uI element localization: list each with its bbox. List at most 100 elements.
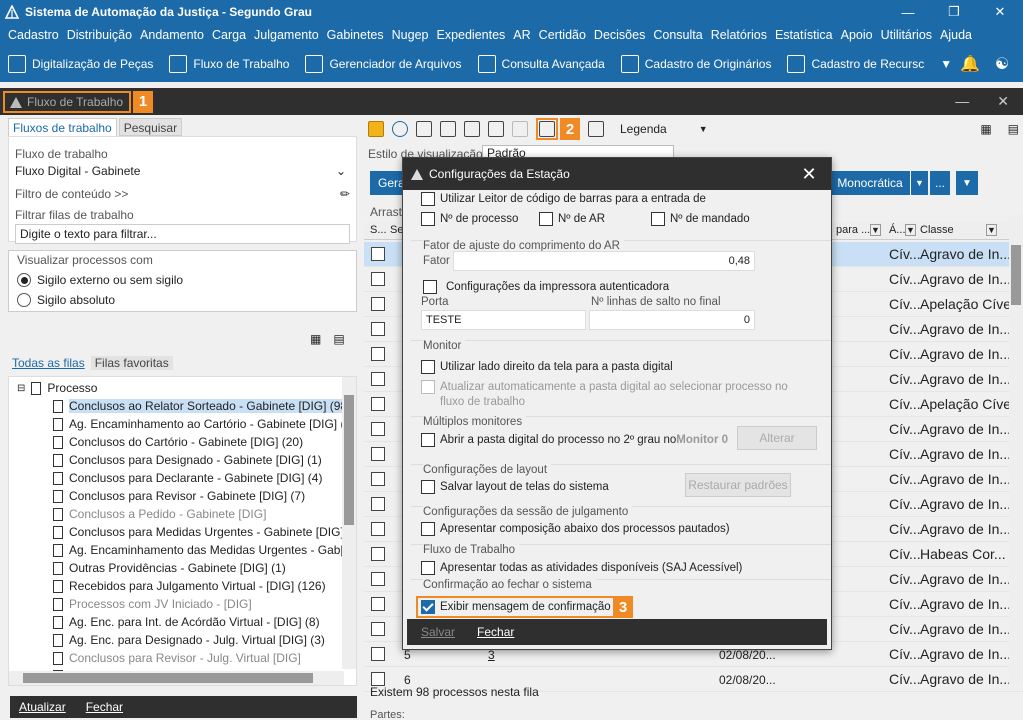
- row-checkbox[interactable]: [371, 572, 385, 586]
- n-ar-checkbox[interactable]: Nº de AR: [539, 212, 605, 226]
- tree-queue-item[interactable]: Conclusos ao Relator Sorteado - Gabinete…: [9, 397, 356, 415]
- tree-root[interactable]: ⊟ Processo: [9, 379, 356, 397]
- fator-input[interactable]: 0,48: [453, 251, 755, 271]
- toolbar-item[interactable]: Cadastro de Recursc: [779, 55, 932, 73]
- radio-sigilo-absoluto[interactable]: Sigilo absoluto: [17, 293, 348, 307]
- tree-queue-item[interactable]: Conclusos para Revisor - Gabinete [DIG] …: [9, 487, 356, 505]
- print-list-icon[interactable]: [488, 121, 504, 137]
- tab-fluxos[interactable]: Fluxos de trabalho: [8, 118, 117, 136]
- flow-select[interactable]: Fluxo Digital - Gabinete ⌄: [15, 161, 350, 181]
- tab-fav-queues[interactable]: Filas favoritas: [90, 356, 173, 370]
- row-checkbox[interactable]: [371, 497, 385, 511]
- col-filter-icon[interactable]: ▼: [986, 224, 997, 236]
- toolbar-item[interactable]: Fluxo de Trabalho: [161, 55, 297, 73]
- copy-icon[interactable]: [416, 121, 432, 137]
- monocratica-button[interactable]: Monocrática: [830, 171, 910, 195]
- update-button[interactable]: Atualizar: [19, 700, 66, 714]
- tab-fluxo-de-trabalho[interactable]: Fluxo de Trabalho: [3, 90, 132, 113]
- col-para[interactable]: para ...: [836, 224, 870, 236]
- collapse-icon[interactable]: ⊟: [17, 383, 25, 394]
- menu-item[interactable]: AR: [509, 28, 534, 42]
- users-icon[interactable]: ☯: [992, 54, 1012, 74]
- filter-input[interactable]: Digite o texto para filtrar...: [15, 224, 350, 244]
- row-checkbox[interactable]: [371, 447, 385, 461]
- refresh-icon[interactable]: [392, 121, 408, 137]
- menu-item[interactable]: Apoio: [837, 28, 877, 42]
- monocratica-dropdown-icon[interactable]: ▼: [910, 171, 928, 195]
- row-checkbox[interactable]: [371, 372, 385, 386]
- row-checkbox[interactable]: [371, 347, 385, 361]
- row-checkbox[interactable]: [371, 647, 385, 661]
- station-settings-button[interactable]: [536, 118, 558, 140]
- restore-defaults-button[interactable]: Restaurar padrões: [685, 473, 791, 497]
- monitor-select[interactable]: Monitor 0: [676, 434, 728, 446]
- row-checkbox[interactable]: [371, 422, 385, 436]
- col-classe[interactable]: Classe: [920, 224, 954, 236]
- tree-vertical-scrollbar[interactable]: [342, 377, 356, 669]
- tree-queue-item[interactable]: Outras Providências - Gabinete [DIG] (1): [9, 559, 356, 577]
- dialog-close-icon[interactable]: ✕: [787, 164, 831, 185]
- menu-item[interactable]: Consulta: [649, 28, 706, 42]
- module-minimize-icon[interactable]: —: [955, 93, 969, 110]
- bell-icon[interactable]: 🔔: [960, 54, 980, 74]
- tab-all-queues[interactable]: Todas as filas: [12, 356, 85, 370]
- toolbar-more-icon[interactable]: ▼: [932, 57, 960, 71]
- row-checkbox[interactable]: [371, 597, 385, 611]
- tree-queue-item[interactable]: Conclusos do Cartório - Gabinete [DIG] (…: [9, 433, 356, 451]
- broom-icon[interactable]: ✏: [340, 187, 350, 201]
- tree-queue-item[interactable]: Conclusos para Revisor - Julg. Virtual […: [9, 649, 356, 667]
- tree-queue-item[interactable]: Ag. Enc. para Int. de Acórdão Virtual - …: [9, 613, 356, 631]
- tree-queue-item[interactable]: Conclusos para Designado - Gabinete [DIG…: [9, 451, 356, 469]
- window-icon[interactable]: [440, 121, 456, 137]
- dialog-close-button[interactable]: Fechar: [477, 625, 514, 639]
- toolbar-item[interactable]: Cadastro de Originários: [613, 55, 780, 73]
- row-checkbox[interactable]: [371, 672, 385, 686]
- tree-queue-item[interactable]: Processos com JV Iniciado - [DIG]: [9, 595, 356, 613]
- tree-queue-item[interactable]: Conclusos para Declarante - Gabinete [DI…: [9, 469, 356, 487]
- restore-icon[interactable]: ❐: [931, 0, 977, 24]
- row-checkbox[interactable]: [371, 622, 385, 636]
- monitor-right-checkbox[interactable]: Utilizar lado direito da tela para a pas…: [421, 360, 673, 374]
- minimize-icon[interactable]: —: [885, 0, 931, 24]
- alterar-button[interactable]: Alterar: [737, 426, 817, 450]
- module-close-icon[interactable]: ✕: [997, 93, 1009, 110]
- menu-item[interactable]: Relatórios: [707, 28, 771, 42]
- menu-item[interactable]: Estatística: [771, 28, 837, 42]
- row-link[interactable]: 3: [488, 648, 495, 662]
- col-s[interactable]: S...: [370, 224, 387, 236]
- n-processo-checkbox[interactable]: Nº de processo: [421, 212, 518, 226]
- filter-dropdown-icon[interactable]: ▼: [956, 171, 978, 195]
- toolbar-item[interactable]: Consulta Avançada: [470, 55, 613, 73]
- row-checkbox[interactable]: [371, 397, 385, 411]
- close-icon[interactable]: ✕: [977, 0, 1023, 24]
- menu-item[interactable]: Cadastro: [4, 28, 63, 42]
- folder-icon[interactable]: [368, 121, 384, 137]
- n-mandado-checkbox[interactable]: Nº de mandado: [651, 212, 750, 226]
- content-filter-link[interactable]: Filtro de conteúdo >>: [15, 187, 128, 201]
- print-icon[interactable]: [464, 121, 480, 137]
- menu-item[interactable]: Decisões: [590, 28, 649, 42]
- menu-item[interactable]: Nugep: [388, 28, 433, 42]
- menu-item[interactable]: Julgamento: [250, 28, 323, 42]
- col-filter-icon[interactable]: ▼: [905, 224, 916, 236]
- menu-item[interactable]: Ajuda: [936, 28, 976, 42]
- menu-item[interactable]: Distribuição: [63, 28, 136, 42]
- barcode-checkbox[interactable]: Utilizar Leitor de código de barras para…: [421, 192, 706, 206]
- list-view-icon[interactable]: ▤: [333, 332, 344, 346]
- tab-pesquisar[interactable]: Pesquisar: [118, 118, 183, 136]
- layout-save-checkbox[interactable]: Salvar layout de telas do sistema: [421, 480, 609, 494]
- printer-checkbox[interactable]: Configurações da impressora autenticador…: [423, 280, 669, 294]
- multi-monitor-checkbox[interactable]: Abrir a pasta digital do processo no 2º …: [421, 433, 728, 447]
- tree-horizontal-scrollbar[interactable]: [9, 671, 344, 685]
- tree-queue-item[interactable]: Recebidos para Julgamento Virtual - [DIG…: [9, 577, 356, 595]
- toolbar-item[interactable]: Gerenciador de Arquivos: [297, 55, 469, 73]
- row-checkbox[interactable]: [371, 297, 385, 311]
- menu-item[interactable]: Expedientes: [432, 28, 509, 42]
- menu-item[interactable]: Andamento: [136, 28, 208, 42]
- row-checkbox[interactable]: [371, 522, 385, 536]
- legend-dropdown-icon[interactable]: ▼: [699, 124, 708, 134]
- row-checkbox[interactable]: [371, 247, 385, 261]
- flow-all-checkbox[interactable]: Apresentar todas as atividades disponíve…: [421, 561, 742, 575]
- row-checkbox[interactable]: [371, 547, 385, 561]
- row-checkbox[interactable]: [371, 322, 385, 336]
